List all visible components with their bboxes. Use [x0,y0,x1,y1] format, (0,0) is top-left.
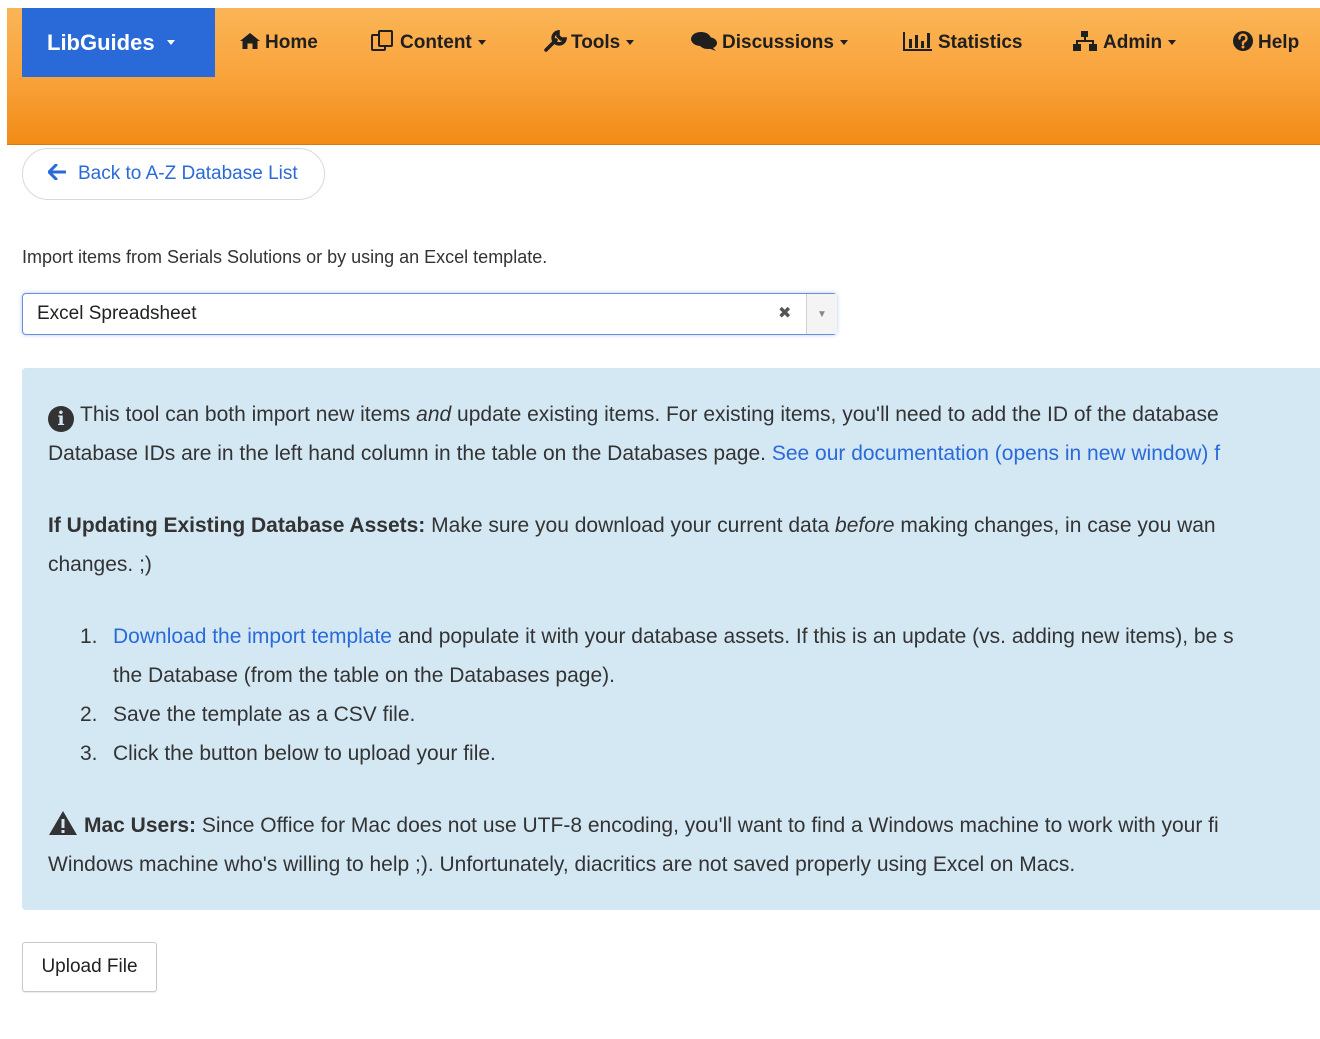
info-circle-icon: i [48,406,74,432]
nav-admin[interactable]: Admin [1073,8,1177,77]
updating-paragraph-line2: changes. ;) [48,553,152,576]
brand-label: LibGuides [47,29,155,55]
step-text: the Database (from the table on the Data… [113,664,615,687]
chevron-down-icon [626,40,635,45]
step-text: and populate it with your database asset… [391,625,1234,648]
nav-home[interactable]: Home [239,8,318,77]
bar-chart-icon [902,30,934,56]
content-icon [370,29,396,56]
top-navbar: LibGuides Home Content Tools Discussions [7,8,1320,145]
nav-help-label: Help [1258,31,1300,53]
comments-icon [690,30,718,56]
nav-admin-label: Admin [1103,31,1163,53]
nav-content-label: Content [400,31,472,53]
p2-emphasis: before [835,514,895,537]
info-panel: i This tool can both import new items and… [22,368,1320,910]
chevron-down-icon [1168,40,1177,45]
mac-users-paragraph: Mac Users: Since Office for Mac does not… [48,806,1320,849]
p1-text-a: This tool can both import new items [80,403,417,426]
step-text: Click the button below to upload your fi… [113,742,496,765]
p3-bold-lead: Mac Users: [84,814,197,837]
nav-statistics[interactable]: Statistics [902,8,1022,77]
steps-list: 1. Download the import template and popul… [80,617,1320,773]
nav-tools[interactable]: Tools [543,8,635,77]
p1-line2-text: Database IDs are in the left hand column… [48,442,772,465]
p2-text-b: making changes, in case you wan [894,514,1216,537]
list-item-continuation: the Database (from the table on the Data… [80,656,1320,695]
list-item: 1. Download the import template and popul… [80,617,1320,656]
step-number: 2. [80,703,98,726]
download-template-link[interactable]: Download the import template [113,625,392,648]
arrow-left-icon [47,163,67,186]
nav-tools-label: Tools [571,31,621,53]
p2-text-a: Make sure you download your current data [425,514,836,537]
back-button-label: Back to A-Z Database List [78,163,298,184]
chevron-down-icon [839,40,848,45]
updating-paragraph: If Updating Existing Database Assets: Ma… [48,506,1320,545]
upload-file-button[interactable]: Upload File [22,942,157,992]
import-intro-text: Import items from Serials Solutions or b… [22,247,548,267]
nav-discussions-label: Discussions [722,31,834,53]
p2-bold-lead: If Updating Existing Database Assets: [48,514,426,537]
step-number: 3. [80,742,98,765]
select-value: Excel Spreadsheet [37,303,197,324]
nav-home-label: Home [265,31,318,53]
sitemap-icon [1073,30,1099,56]
step-number: 1. [80,625,98,648]
nav-help[interactable]: Help [1232,8,1299,77]
info-paragraph-line2: Database IDs are in the left hand column… [48,434,1320,473]
chevron-down-icon [477,40,486,45]
nav-statistics-label: Statistics [938,31,1023,53]
libguides-brand-menu[interactable]: LibGuides [22,8,215,77]
dropdown-arrow-icon[interactable]: ▼ [806,294,837,334]
p1-emphasis: and [416,403,452,426]
nav-content[interactable]: Content [370,8,486,77]
documentation-link[interactable]: See our documentation (opens in new wind… [772,442,1220,465]
import-source-select[interactable]: Excel Spreadsheet ✖ ▼ [22,293,837,335]
step-text: Save the template as a CSV file. [113,703,416,726]
p1-text-b: update existing items. For existing item… [451,403,1219,426]
list-item: 3. Click the button below to upload your … [80,734,1320,773]
home-icon [239,32,261,54]
list-item: 2. Save the template as a CSV file. [80,695,1320,734]
warning-icon [48,810,78,849]
p3-text-a: Since Office for Mac does not use UTF-8 … [196,814,1219,837]
clear-selection-icon[interactable]: ✖ [778,294,791,334]
wrench-icon [543,29,568,56]
back-to-az-button[interactable]: Back to A-Z Database List [22,148,325,200]
mac-users-paragraph-line2: Windows machine who's willing to help ;)… [48,853,1076,876]
nav-discussions[interactable]: Discussions [690,8,848,77]
chevron-down-icon [166,40,175,45]
info-paragraph: i This tool can both import new items and… [48,395,1320,434]
question-circle-icon [1232,30,1254,56]
